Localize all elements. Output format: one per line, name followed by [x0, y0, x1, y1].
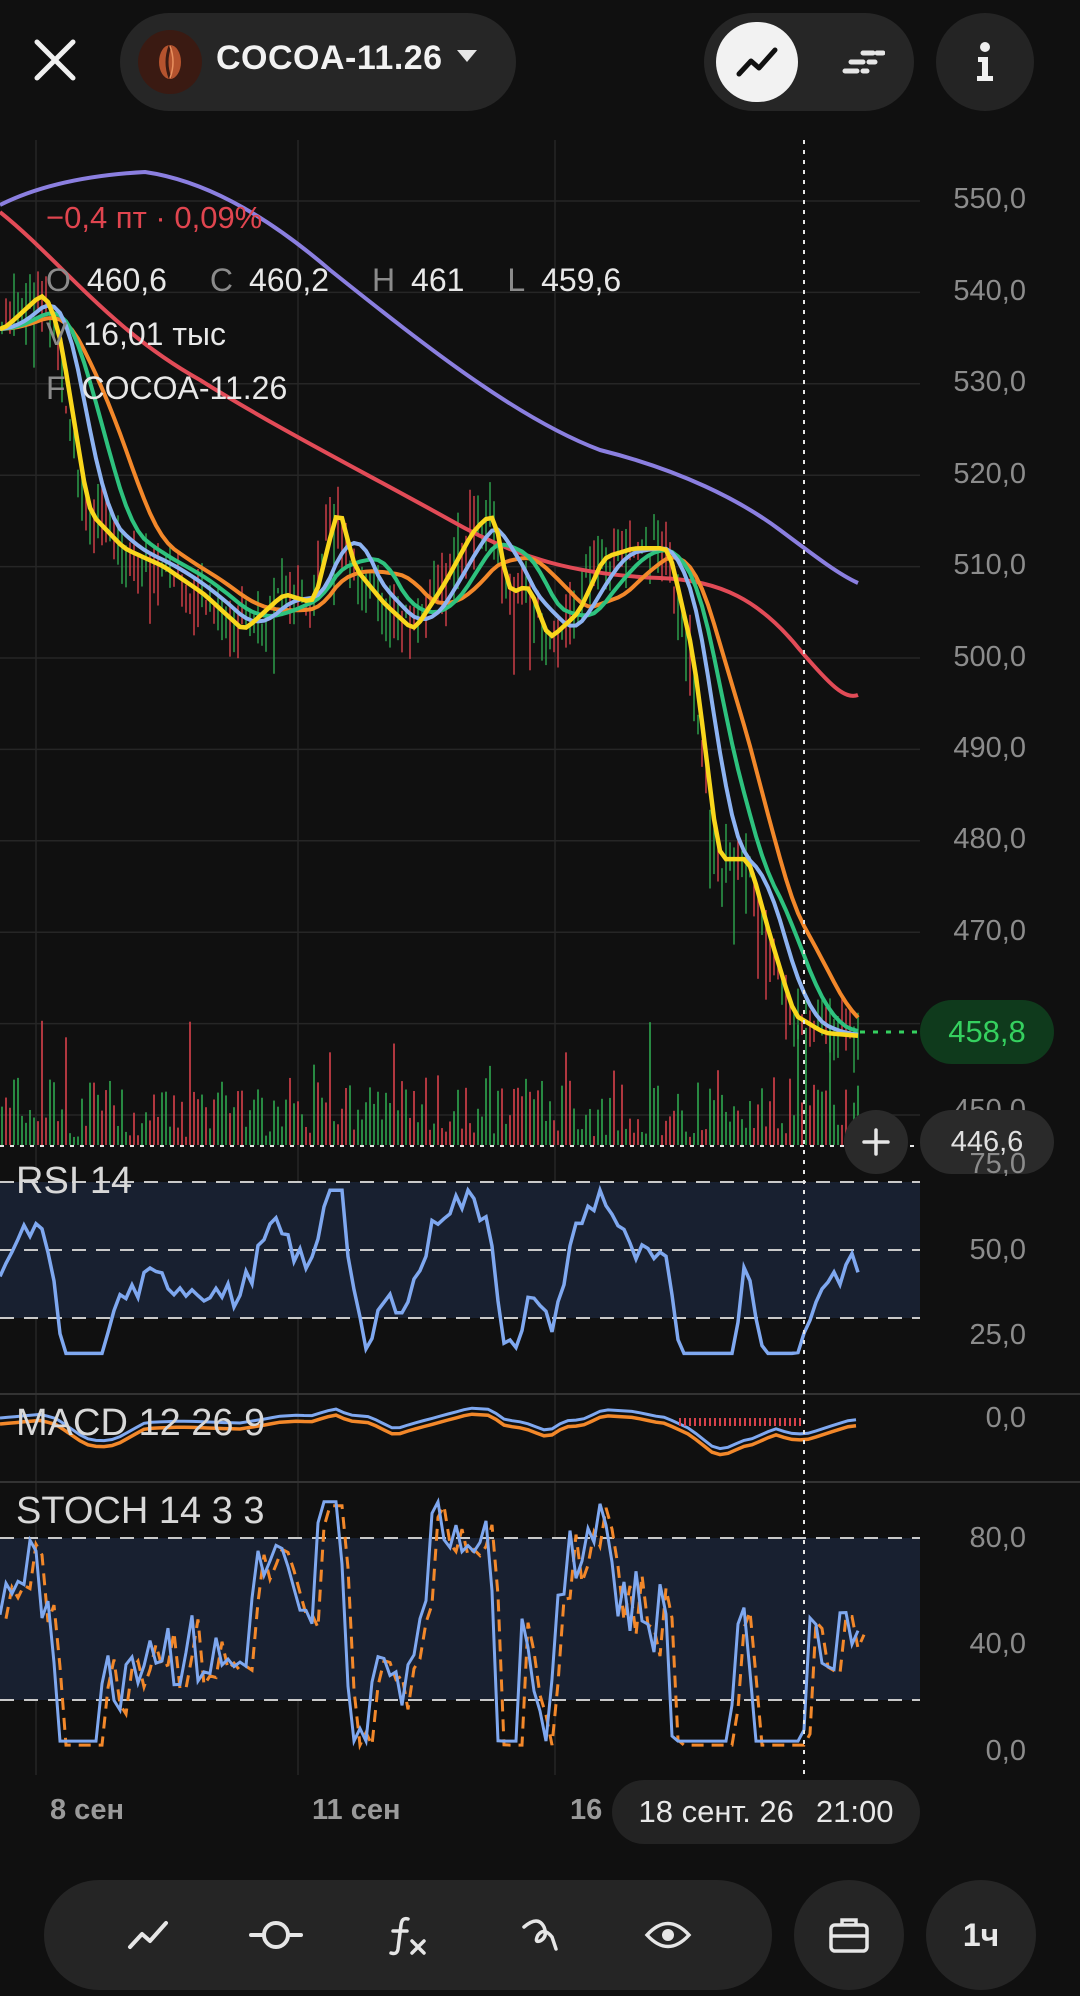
eye-icon [644, 1921, 692, 1949]
dashed-chart-icon [842, 50, 885, 74]
future-row: F COCOA-11.26 [46, 370, 287, 407]
trend-line-tool-button[interactable] [108, 1895, 188, 1975]
moving-average-lines [0, 169, 860, 1039]
last-price-badge: 458,8 [920, 1000, 1054, 1064]
line-chart-icon [736, 47, 778, 77]
volume-row: V 16,01 тыс [46, 316, 226, 353]
macd-axis-label: 0,0 [985, 1402, 1026, 1434]
high-value: 461 [411, 262, 465, 298]
rsi-axis-label: 50,0 [969, 1234, 1026, 1266]
chart-mode-switch [704, 13, 914, 111]
price-axis-label: 530,0 [953, 366, 1026, 398]
crosshair-time: 21:00 [815, 1794, 894, 1829]
crosshair-tool-button[interactable] [236, 1895, 316, 1975]
future-key: F [46, 370, 66, 406]
close-icon [34, 39, 76, 81]
stoch-axis-label: 0,0 [985, 1735, 1026, 1767]
stoch-label[interactable]: STOCH 14 3 3 [16, 1490, 265, 1533]
caret-down-icon [457, 50, 477, 62]
cocoa-bean-icon [138, 30, 202, 94]
time-axis-label: 8 сен [50, 1794, 124, 1826]
price-axis-label: 510,0 [953, 549, 1026, 581]
price-axis-label: 490,0 [953, 732, 1026, 764]
chart-tools-bar [44, 1880, 772, 1990]
price-axis-label: 480,0 [953, 823, 1026, 855]
portfolio-button[interactable] [794, 1880, 904, 1990]
indicators-button[interactable] [368, 1895, 448, 1975]
close-key: C [209, 262, 233, 298]
add-level-button[interactable] [844, 1110, 908, 1174]
interval-button[interactable]: 1ч [926, 1880, 1036, 1990]
price-chart[interactable] [0, 0, 1080, 1996]
volume-bars [1, 1020, 859, 1145]
stoch-zone [0, 1538, 920, 1700]
briefcase-icon [829, 1918, 869, 1953]
macd-label[interactable]: MACD 12 26 9 [16, 1402, 265, 1445]
close-value: 460,2 [248, 262, 330, 298]
function-icon [389, 1916, 426, 1956]
plus-icon [862, 1128, 890, 1156]
low-value: 459,6 [541, 262, 622, 298]
rsi-axis-label: 25,0 [969, 1319, 1026, 1351]
close-button[interactable] [18, 20, 92, 100]
info-icon [977, 42, 993, 81]
trend-line-icon [128, 1921, 168, 1949]
price-axis-label: 550,0 [953, 183, 1026, 215]
time-axis-label: 16 [570, 1794, 603, 1826]
crosshair-date: 18 сент. 26 [638, 1794, 794, 1829]
line-mode-button[interactable] [716, 22, 798, 102]
open-key: O [46, 262, 71, 298]
bars-mode-button[interactable] [822, 22, 904, 102]
ohlc-row: O 460,6 C 460,2 H 461 L 459,6 [46, 262, 621, 299]
open-value: 460,6 [86, 262, 167, 298]
price-axis-label: 500,0 [953, 641, 1026, 673]
volume-value: 16,01 тыс [83, 316, 226, 352]
price-axis-label: 540,0 [953, 275, 1026, 307]
low-key: L [507, 262, 526, 298]
volume-key: V [46, 316, 68, 352]
price-axis-label: 470,0 [953, 915, 1026, 947]
ma-line-orange [0, 315, 860, 1019]
stoch-axis-label: 80,0 [969, 1522, 1026, 1554]
crosshair-icon [249, 1921, 303, 1949]
price-change: −0,4 пт · 0,09% [46, 200, 263, 235]
stoch-axis-label: 40,0 [969, 1628, 1026, 1660]
info-button[interactable] [936, 13, 1034, 111]
ticker-selector[interactable]: COCOA-11.26 [120, 13, 516, 111]
high-key: H [371, 262, 396, 298]
ticker-name: COCOA-11.26 [216, 39, 443, 77]
rsi-label[interactable]: RSI 14 [16, 1160, 132, 1203]
future-value: COCOA-11.26 [81, 370, 288, 406]
rsi-axis-label: 75,0 [969, 1148, 1026, 1176]
chart-screen: COCOA-11.26 −0,4 пт · 0,09% O 460,6 C 460,… [0, 0, 1080, 1996]
drawing-tool-button[interactable] [500, 1895, 580, 1975]
drawing-icon [522, 1919, 558, 1951]
crosshair-date-badge: 18 сент. 26 21:00 [612, 1780, 920, 1844]
price-axis-label: 520,0 [953, 458, 1026, 490]
visibility-button[interactable] [628, 1895, 708, 1975]
ma-line-yellow [0, 293, 859, 1039]
time-axis-label: 11 сен [312, 1794, 401, 1826]
